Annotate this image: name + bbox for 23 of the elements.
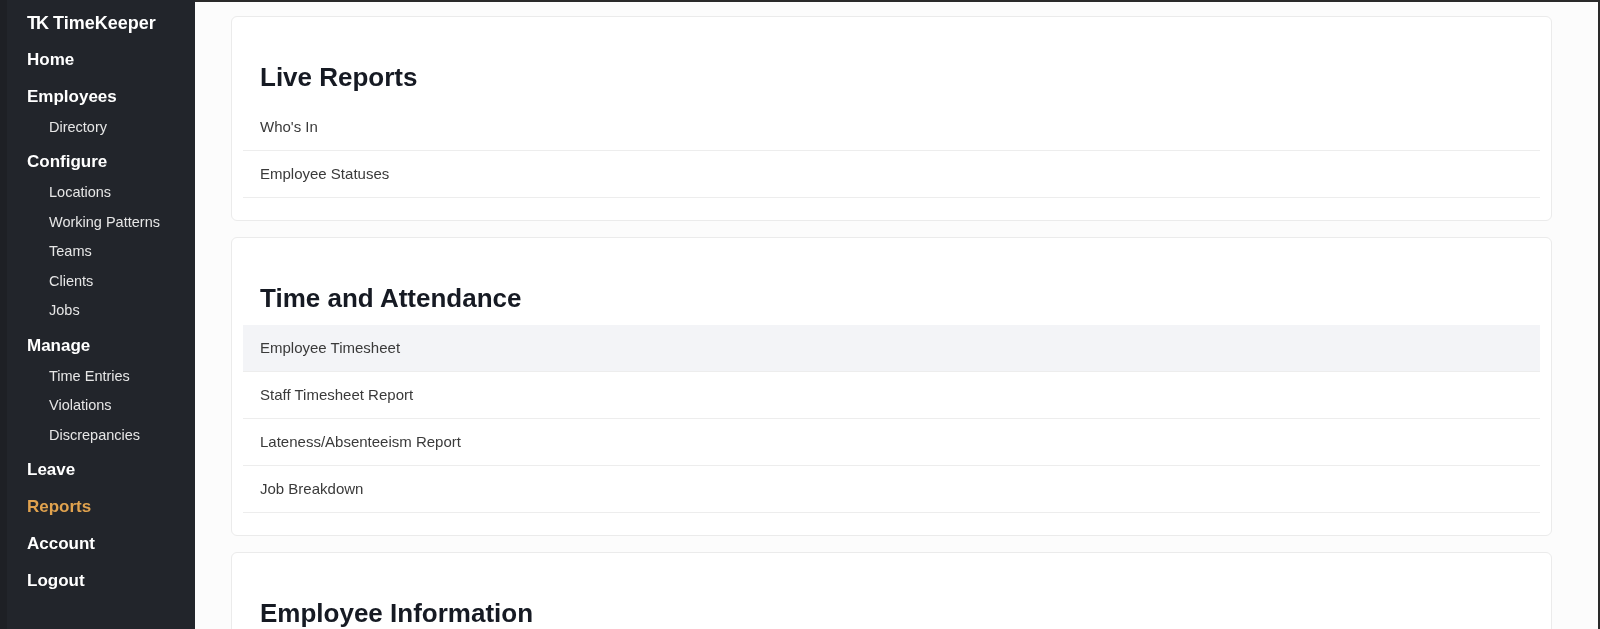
card-heading: Time and Attendance xyxy=(260,281,522,315)
nav-link[interactable]: Manage xyxy=(27,332,91,359)
nav-link[interactable]: Leave xyxy=(27,457,76,483)
nav-link[interactable]: Configure xyxy=(27,149,108,175)
nav-sublink[interactable]: Time Entries xyxy=(49,365,130,388)
nav-sublink[interactable]: Locations xyxy=(49,182,112,205)
app-name: TimeKeeper xyxy=(53,11,156,35)
card-heading: Employee Information xyxy=(260,596,534,629)
nav-link[interactable]: Account xyxy=(27,531,95,557)
logo-mark: TK xyxy=(27,11,47,35)
nav-link[interactable]: Reports xyxy=(27,494,92,520)
nav-link[interactable]: Logout xyxy=(27,568,85,594)
nav-link[interactable]: Home xyxy=(27,46,75,73)
nav-sublink[interactable]: Directory xyxy=(49,116,107,139)
report-link[interactable]: Employee Timesheet xyxy=(243,325,1540,372)
nav-sublink[interactable]: Violations xyxy=(49,395,112,418)
nav-sublink[interactable]: Teams xyxy=(49,241,92,264)
nav-sublink[interactable]: Working Patterns xyxy=(49,211,160,234)
card-heading: Live Reports xyxy=(260,60,418,94)
nav-sublink[interactable]: Discrepancies xyxy=(49,424,141,447)
nav-sublink[interactable]: Clients xyxy=(49,270,94,293)
nav-sublink[interactable]: Jobs xyxy=(49,300,80,323)
nav-link[interactable]: Employees xyxy=(27,83,117,110)
